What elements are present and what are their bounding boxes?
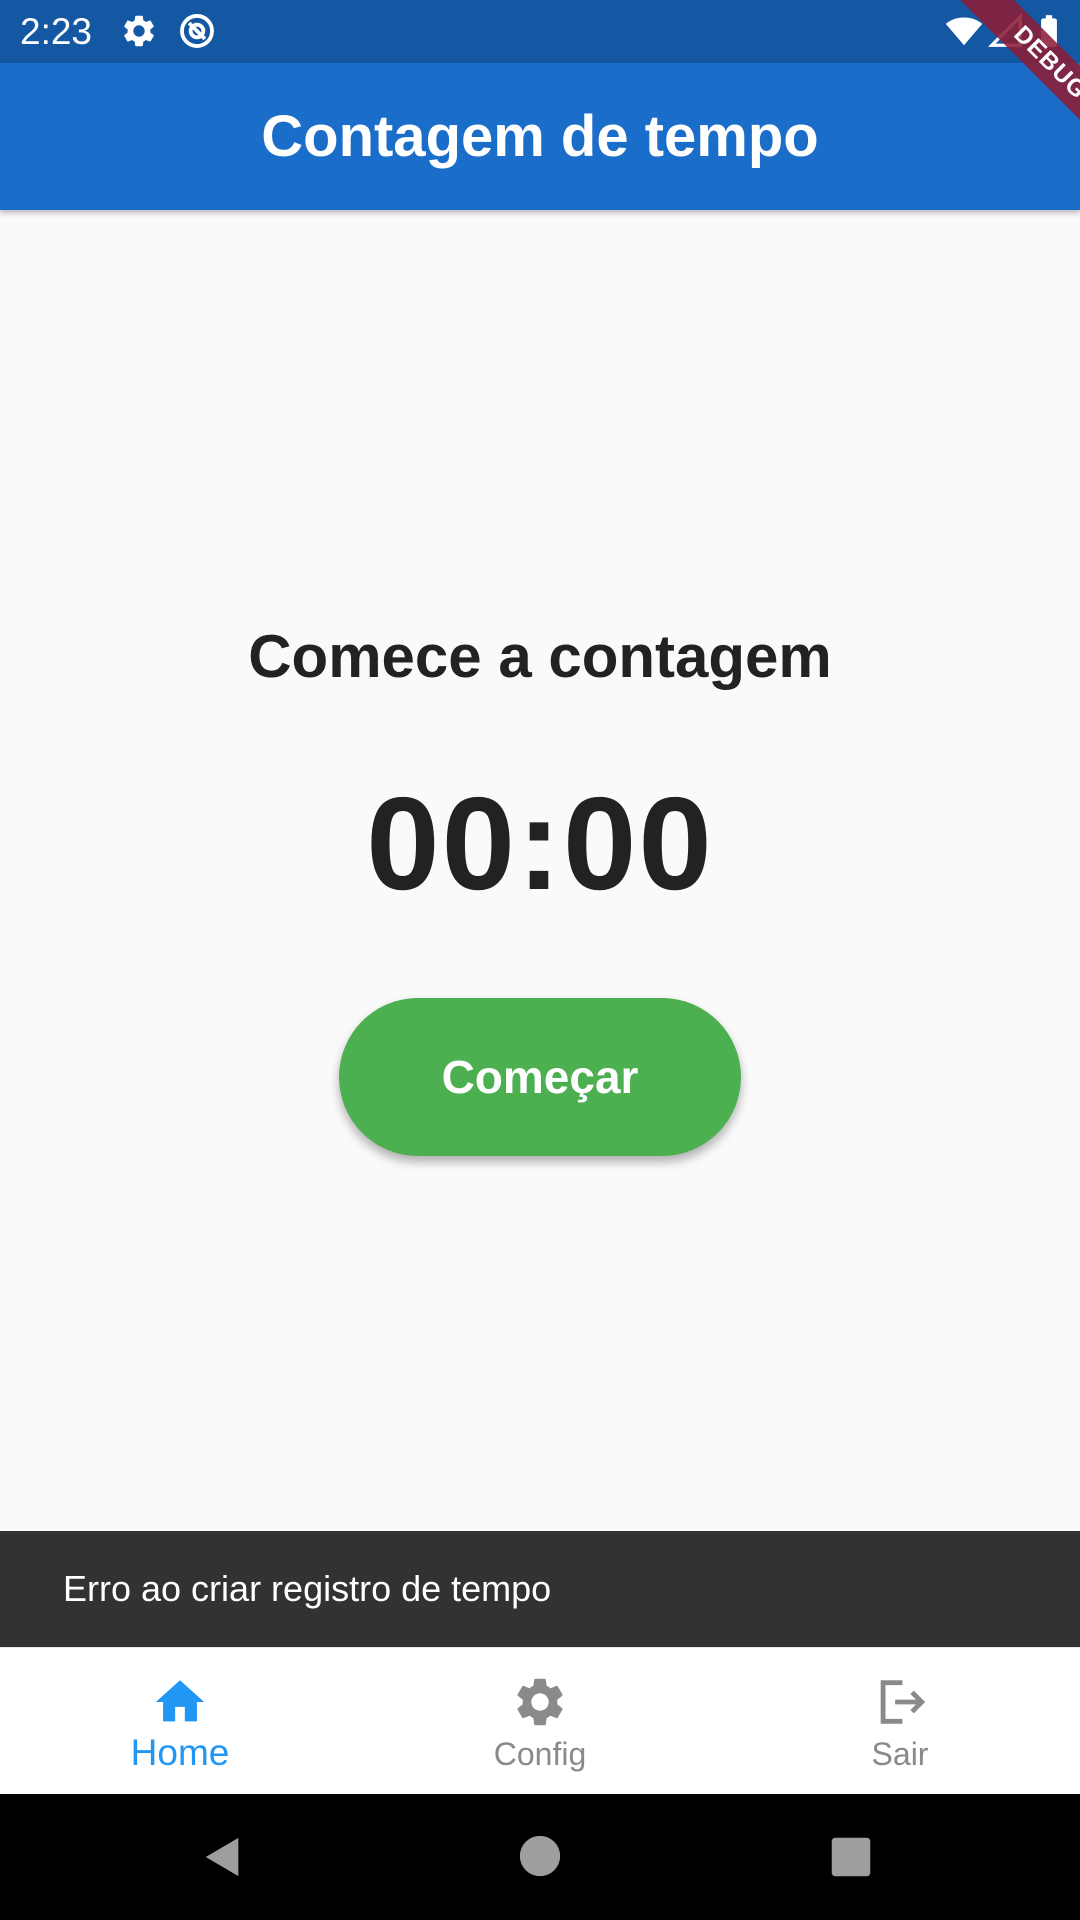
page-title: Contagem de tempo (261, 104, 819, 169)
logout-icon (880, 1680, 926, 1724)
bottom-nav: Home Config Sair (0, 1647, 1080, 1795)
main-content: Comece a contagem 00:00 Começar (0, 210, 1080, 1530)
nav-label-sair: Sair (871, 1736, 929, 1772)
status-time: 2:23 (20, 11, 93, 52)
start-button[interactable]: Começar (339, 998, 741, 1156)
back-icon[interactable] (200, 1834, 246, 1880)
debug-banner: DEBUG (920, 0, 1080, 160)
recents-icon[interactable] (830, 1836, 872, 1878)
home-circle-icon[interactable] (518, 1834, 562, 1878)
nav-label-home: Home (130, 1732, 230, 1773)
nav-item-config[interactable]: Config (360, 1648, 720, 1795)
nav-item-home[interactable]: Home (0, 1648, 360, 1795)
debug-label: DEBUG (951, 0, 1080, 160)
timer-heading: Comece a contagem (248, 623, 832, 690)
status-bar: 2:23 (0, 0, 1080, 63)
app-bar: Contagem de tempo (0, 63, 1080, 210)
snackbar: Erro ao criar registro de tempo (0, 1531, 1080, 1647)
gear-icon (124, 15, 154, 47)
system-nav-bar (0, 1794, 1080, 1920)
home-icon (155, 1680, 205, 1722)
gear-icon (517, 1678, 563, 1726)
nav-item-sair[interactable]: Sair (720, 1648, 1080, 1795)
at-sign-icon (180, 14, 214, 48)
snackbar-message: Erro ao criar registro de tempo (63, 1568, 552, 1609)
nav-label-config: Config (493, 1736, 587, 1772)
timer-display: 00:00 (366, 770, 714, 917)
